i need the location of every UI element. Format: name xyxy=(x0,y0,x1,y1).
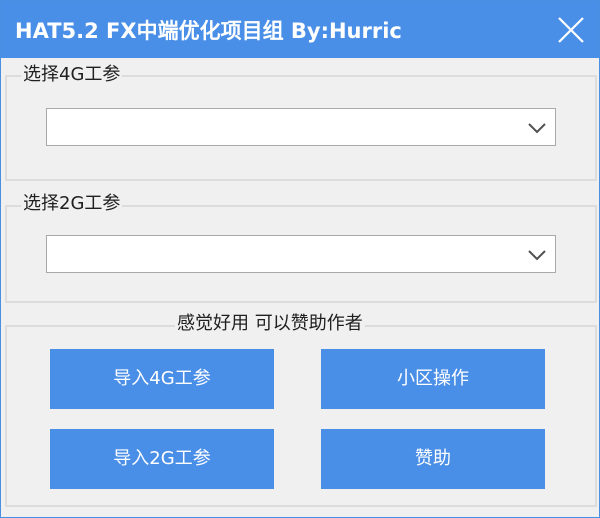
app-window: HAT5.2 FX中端优化项目组 By:Hurric 选择4G工参 选择2G工参… xyxy=(0,0,600,518)
select-4g-combobox[interactable] xyxy=(46,108,556,146)
close-button[interactable] xyxy=(551,10,591,50)
chevron-down-icon xyxy=(528,250,546,261)
close-icon xyxy=(558,17,584,43)
import-4g-button[interactable]: 导入4G工参 xyxy=(50,349,274,409)
cell-operations-button[interactable]: 小区操作 xyxy=(321,349,545,409)
title-bar[interactable]: HAT5.2 FX中端优化项目组 By:Hurric xyxy=(1,1,599,58)
window-title: HAT5.2 FX中端优化项目组 By:Hurric xyxy=(15,19,402,43)
select-2g-combobox[interactable] xyxy=(46,235,556,273)
chevron-down-icon xyxy=(528,123,546,134)
group-4g-legend: 选择4G工参 xyxy=(21,64,123,86)
import-2g-button[interactable]: 导入2G工参 xyxy=(50,429,274,489)
group-2g-legend: 选择2G工参 xyxy=(21,193,123,215)
group-actions-legend: 感觉好用 可以赞助作者 xyxy=(175,313,365,335)
donate-button[interactable]: 赞助 xyxy=(321,429,545,489)
